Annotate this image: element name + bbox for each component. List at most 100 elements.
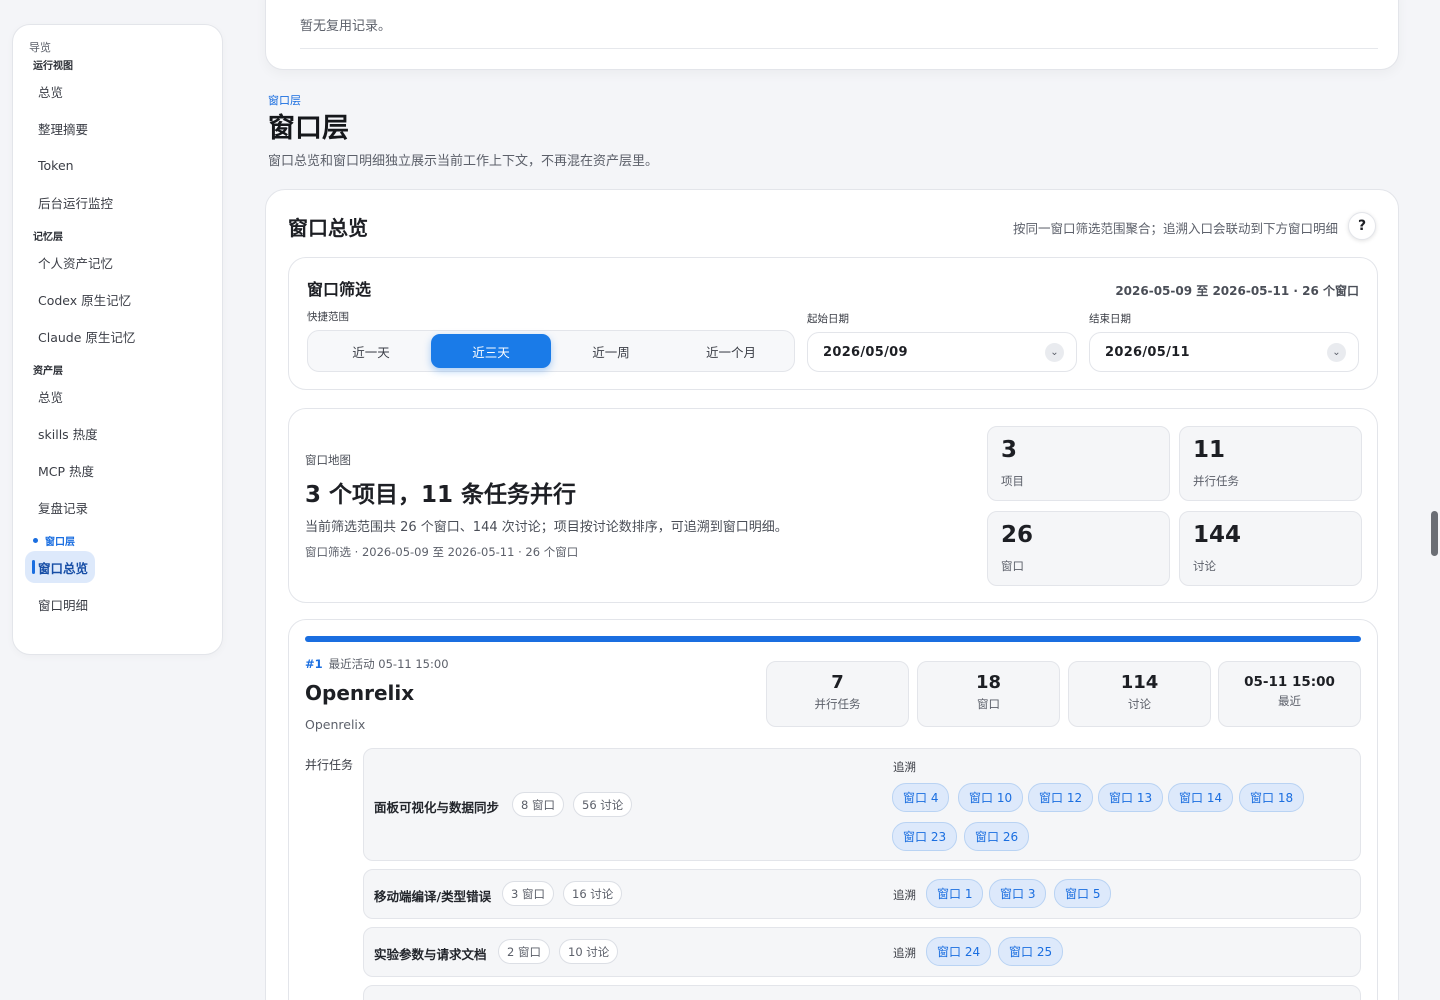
project-card: #1 最近活动 05-11 15:00 Openrelix Openrelix 7… — [288, 619, 1378, 1000]
sidebar-item-mcp-heat[interactable]: MCP 热度 — [25, 452, 210, 489]
stat-discussions: 144 讨论 — [1179, 511, 1362, 586]
window-ref-tag[interactable]: 窗口 14 — [1168, 783, 1234, 812]
stat-label: 讨论 — [1128, 697, 1151, 711]
window-filter-card: 窗口筛选 2026-05-09 至 2026-05-11 · 26 个窗口 快捷… — [288, 257, 1378, 390]
task-row[interactable]: 移动端编译/类型错误 3 窗口 16 讨论 追溯 窗口 1 窗口 3 窗口 5 — [363, 869, 1361, 919]
quick-range-1m[interactable]: 近一个月 — [671, 334, 791, 368]
stat-value: 144 — [1193, 522, 1242, 548]
sidebar-item-claude-memory[interactable]: Claude 原生记忆 — [25, 318, 210, 355]
quick-range-3d[interactable]: 近三天 — [431, 334, 551, 368]
quick-range-1d[interactable]: 近一天 — [311, 334, 431, 368]
end-date-select[interactable]: 2026/05/11 ⌄ — [1089, 332, 1359, 372]
stat-windows: 26 窗口 — [987, 511, 1170, 586]
window-ref-tag[interactable]: 窗口 13 — [1098, 783, 1164, 812]
project-rank-line: #1 最近活动 05-11 15:00 — [305, 656, 449, 672]
start-date-label: 起始日期 — [807, 313, 849, 325]
task-name: 移动端编译/类型错误 — [374, 889, 492, 904]
task-row[interactable] — [363, 985, 1361, 1000]
end-date-value: 2026/05/11 — [1105, 345, 1190, 360]
stat-label: 最近 — [1278, 694, 1301, 708]
task-name: 实验参数与请求文档 — [374, 947, 487, 962]
nav-group-assets: 资产层 — [33, 365, 63, 377]
sidebar-item-review-records[interactable]: 复盘记录 — [25, 489, 210, 526]
sidebar-item-skills-heat[interactable]: skills 热度 — [25, 415, 210, 452]
window-ref-tag[interactable]: 窗口 26 — [964, 822, 1030, 851]
project-stat-tasks: 7 并行任务 — [766, 661, 909, 727]
sidebar-item-token[interactable]: Token — [25, 147, 210, 184]
stat-value: 3 — [1001, 437, 1018, 463]
window-ref-tag[interactable]: 窗口 1 — [926, 879, 984, 908]
sidebar-item-codex-memory[interactable]: Codex 原生记忆 — [25, 281, 210, 318]
map-headline: 3 个项目，11 条任务并行 — [305, 482, 577, 508]
window-ref-tag[interactable]: 窗口 4 — [892, 783, 950, 812]
trace-label: 追溯 — [893, 760, 916, 774]
window-ref-tag[interactable]: 窗口 25 — [998, 937, 1064, 966]
divider — [300, 48, 1378, 49]
sidebar-item-window-overview[interactable]: 窗口总览 — [25, 551, 95, 583]
stat-parallel-tasks: 11 并行任务 — [1179, 426, 1362, 501]
trace-label: 追溯 — [893, 946, 916, 960]
stat-value: 26 — [1001, 522, 1034, 548]
sidebar-item-personal-memory[interactable]: 个人资产记忆 — [25, 244, 210, 281]
window-ref-tag[interactable]: 窗口 18 — [1239, 783, 1305, 812]
sidebar-title: 导览 — [29, 41, 51, 54]
quick-range-1w[interactable]: 近一周 — [551, 334, 671, 368]
page-title: 窗口层 — [268, 113, 349, 144]
sidebar-item-background-monitor[interactable]: 后台运行监控 — [25, 184, 210, 221]
empty-state-text: 暂无复用记录。 — [300, 19, 392, 34]
sidebar-item-assets-overview[interactable]: 总览 — [25, 378, 210, 415]
start-date-value: 2026/05/09 — [823, 345, 908, 360]
project-stat-latest: 05-11 15:00 最近 — [1218, 661, 1361, 727]
parallel-tasks-label: 并行任务 — [305, 758, 354, 772]
window-ref-tag[interactable]: 窗口 24 — [926, 937, 992, 966]
filter-range-summary: 2026-05-09 至 2026-05-11 · 26 个窗口 — [1115, 284, 1359, 298]
project-stat-windows: 18 窗口 — [917, 661, 1060, 727]
window-ref-tag[interactable]: 窗口 5 — [1054, 879, 1112, 908]
window-ref-tag[interactable]: 窗口 12 — [1028, 783, 1094, 812]
nav-group-memory: 记忆层 — [33, 231, 63, 243]
overview-title: 窗口总览 — [288, 216, 368, 240]
sidebar: 导览 运行视图 总览 整理摘要 Token 后台运行监控 记忆层 个人资产记忆 … — [12, 24, 223, 655]
project-subtitle: Openrelix — [305, 717, 366, 732]
task-windows-chip: 2 窗口 — [498, 939, 550, 964]
help-icon[interactable]: ? — [1348, 212, 1376, 240]
chevron-down-icon: ⌄ — [1045, 343, 1064, 362]
nav-group-windows: 窗口层 — [25, 531, 210, 549]
map-meta: 窗口筛选 · 2026-05-09 至 2026-05-11 · 26 个窗口 — [305, 545, 579, 559]
map-description: 当前筛选范围共 26 个窗口、144 次讨论；项目按讨论数排序，可追溯到窗口明细… — [305, 520, 788, 535]
window-ref-tag[interactable]: 窗口 23 — [892, 822, 958, 851]
task-row[interactable]: 实验参数与请求文档 2 窗口 10 讨论 追溯 窗口 24 窗口 25 — [363, 927, 1361, 977]
quick-range-segmented: 近一天 近三天 近一周 近一个月 — [307, 330, 795, 372]
stat-label: 并行任务 — [814, 697, 861, 711]
stat-value: 7 — [831, 672, 844, 693]
project-stat-discussions: 114 讨论 — [1068, 661, 1211, 727]
stat-label: 项目 — [1001, 474, 1024, 488]
window-overview-card: 窗口总览 按同一窗口筛选范围聚合；追溯入口会联动到下方窗口明细 ? 窗口筛选 2… — [265, 189, 1399, 1000]
map-kicker: 窗口地图 — [305, 453, 351, 467]
start-date-select[interactable]: 2026/05/09 ⌄ — [807, 332, 1077, 372]
chevron-down-icon: ⌄ — [1327, 343, 1346, 362]
sidebar-item-window-detail[interactable]: 窗口明细 — [25, 586, 210, 623]
end-date-label: 结束日期 — [1089, 313, 1131, 325]
stat-label: 讨论 — [1193, 559, 1216, 573]
project-name: Openrelix — [305, 681, 415, 705]
stat-label: 并行任务 — [1193, 474, 1239, 488]
sidebar-item-summary[interactable]: 整理摘要 — [25, 110, 210, 147]
window-ref-tag[interactable]: 窗口 3 — [989, 879, 1047, 908]
page-scrollbar-thumb[interactable] — [1431, 511, 1438, 556]
nav-group-windows-label: 窗口层 — [45, 536, 75, 548]
active-group-dot-icon — [33, 537, 38, 543]
sidebar-item-overview[interactable]: 总览 — [25, 73, 210, 110]
task-discussions-chip: 16 讨论 — [563, 881, 623, 906]
task-name: 面板可视化与数据同步 — [374, 800, 500, 815]
stat-label: 窗口 — [1001, 559, 1024, 573]
task-windows-chip: 8 窗口 — [512, 792, 564, 817]
nav-group-runtime: 运行视图 — [33, 60, 73, 72]
project-rank: #1 — [305, 657, 323, 671]
project-last-activity: 最近活动 05-11 15:00 — [328, 657, 449, 671]
quick-range-label: 快捷范围 — [307, 311, 349, 323]
task-row[interactable]: 面板可视化与数据同步 8 窗口 56 讨论 追溯 窗口 4 窗口 10 窗口 1… — [363, 748, 1361, 861]
window-ref-tag[interactable]: 窗口 10 — [958, 783, 1024, 812]
section-description: 窗口总览和窗口明细独立展示当前工作上下文，不再混在资产层里。 — [268, 154, 659, 169]
trace-label: 追溯 — [893, 888, 916, 902]
